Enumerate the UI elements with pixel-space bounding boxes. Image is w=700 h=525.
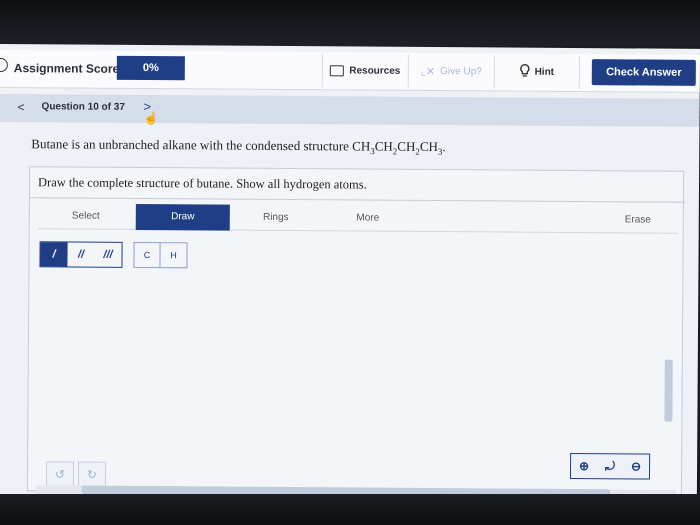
drawing-toolbar: Select Draw Rings More Erase <box>37 203 678 234</box>
undo-button[interactable]: ↺ <box>45 461 75 488</box>
zoom-in-button[interactable]: ⊕ <box>571 454 597 478</box>
bond-tools: / // /// <box>39 241 123 268</box>
tab-draw[interactable]: Draw <box>135 203 230 231</box>
single-bond-button[interactable]: / <box>40 242 68 267</box>
zoom-out-button[interactable]: ⊖ <box>623 454 649 478</box>
formula-group: CH <box>374 138 393 154</box>
tab-select[interactable]: Select <box>38 203 134 230</box>
zoom-reset-button[interactable]: ⤾ <box>597 454 623 478</box>
redo-icon: ↻ <box>86 467 98 482</box>
carbon-atom-button[interactable]: C <box>134 242 161 268</box>
formula-group: CH <box>397 138 416 154</box>
monitor-bezel-bottom <box>0 494 700 525</box>
redo-button[interactable]: ↻ <box>77 461 107 488</box>
zoom-reset-icon: ⤾ <box>605 459 616 474</box>
circle-icon[interactable] <box>0 57 8 73</box>
divider <box>29 197 685 203</box>
question-text: Butane is an unbranched alkane with the … <box>31 136 446 156</box>
tab-more[interactable]: More <box>320 205 416 232</box>
hint-label: Hint <box>534 66 555 78</box>
check-answer-button[interactable]: Check Answer <box>591 59 696 86</box>
zoom-out-icon: ⊖ <box>630 459 642 474</box>
zoom-controls: ⊕ ⤾ ⊖ <box>569 452 651 480</box>
instruction-text: Draw the complete structure of butane. S… <box>37 175 367 192</box>
hydrogen-atom-button[interactable]: H <box>160 243 186 267</box>
question-nav-bar: < Question 10 of 37 > ☝ <box>0 93 700 127</box>
tab-erase[interactable]: Erase <box>608 207 668 233</box>
tab-rings[interactable]: Rings <box>228 205 324 232</box>
resources-button[interactable]: Resources <box>321 54 408 88</box>
vertical-scrollbar[interactable] <box>664 359 673 422</box>
double-bond-button[interactable]: // <box>67 242 94 266</box>
lightbulb-icon <box>519 63 530 81</box>
drawing-panel: Draw the complete structure of butane. S… <box>26 166 685 500</box>
document-icon <box>330 65 345 77</box>
triple-bond-button[interactable]: /// <box>94 243 121 267</box>
question-prefix: Butane is an unbranched alkane with the … <box>31 136 371 154</box>
question-counter[interactable]: Question 10 of 37 <box>42 101 125 113</box>
assignment-score-label: Assignment Score: <box>13 61 124 76</box>
history-controls: ↺ ↻ <box>45 461 107 488</box>
give-up-label: Give Up? <box>440 66 482 78</box>
assignment-toolbar: Assignment Score: 0% Resources ⌞✕ Give U… <box>0 49 700 93</box>
undo-icon: ↺ <box>54 467 66 482</box>
give-up-button[interactable]: ⌞✕ Give Up? <box>407 54 494 89</box>
screen: Assignment Score: 0% Resources ⌞✕ Give U… <box>0 44 700 501</box>
monitor-bezel-top <box>0 0 700 46</box>
resources-label: Resources <box>349 65 401 77</box>
zoom-in-icon: ⊕ <box>578 459 590 474</box>
chevron-left-icon[interactable]: < <box>18 100 25 114</box>
give-up-icon: ⌞✕ <box>420 65 436 79</box>
assignment-score-value: 0% <box>116 55 185 81</box>
question-suffix: . <box>442 139 446 155</box>
atom-tools: C H <box>133 241 188 269</box>
hint-button[interactable]: Hint <box>493 55 580 90</box>
formula-group: CH <box>419 138 439 155</box>
hand-cursor-icon: ☝ <box>143 111 159 126</box>
